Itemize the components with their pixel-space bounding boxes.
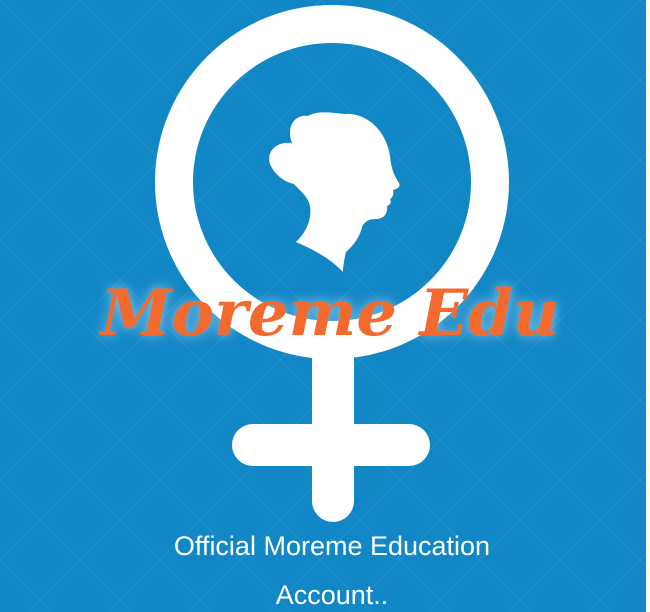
tagline-line-1: Official Moreme Education	[174, 531, 490, 561]
tagline-line-2: Account..	[276, 580, 389, 610]
brand-name: Moreme Edu	[99, 276, 560, 351]
page-edge	[646, 0, 650, 612]
logo-poster: Moreme Edu Official Moreme Education Acc…	[0, 0, 646, 612]
symbol-crossbar	[232, 424, 430, 466]
logo-graphic: Moreme Edu Official Moreme Education Acc…	[0, 0, 646, 612]
canvas: Moreme Edu Official Moreme Education Acc…	[0, 0, 650, 612]
